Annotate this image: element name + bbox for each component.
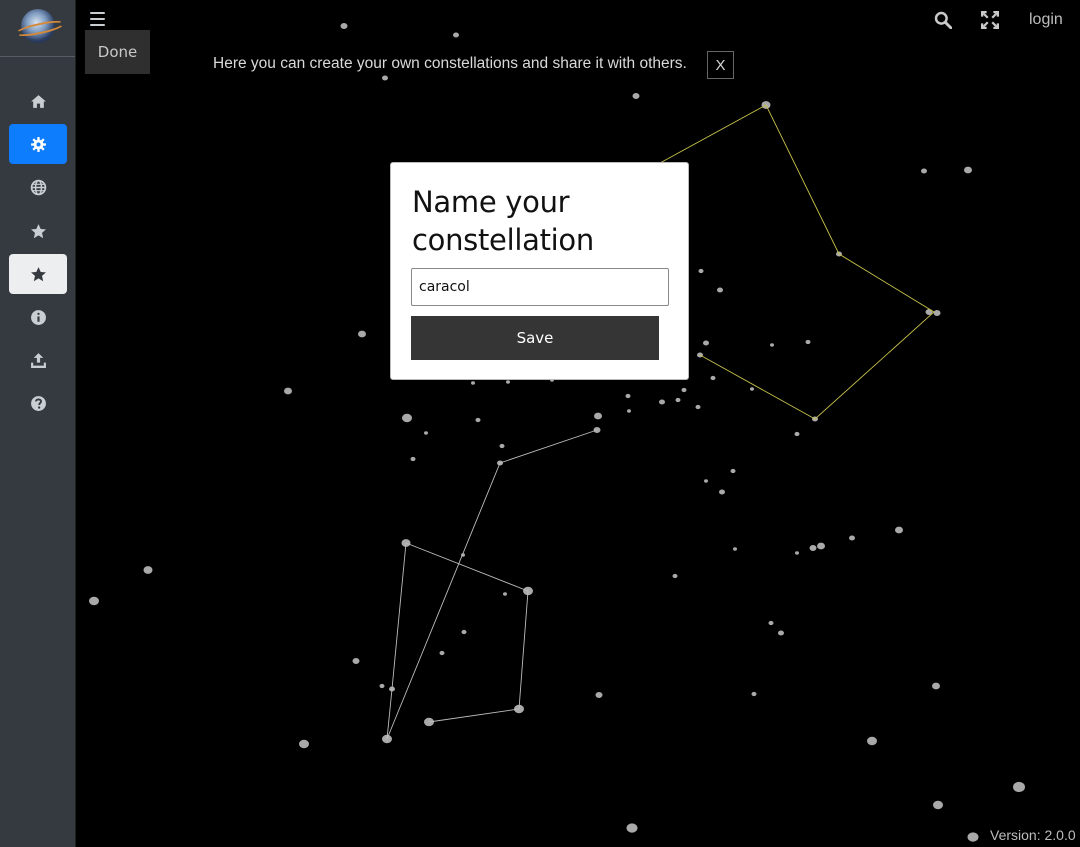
star-dot[interactable] (284, 387, 292, 395)
star-field[interactable] (0, 0, 1080, 847)
star-dot[interactable] (778, 630, 784, 636)
star-dot[interactable] (817, 542, 825, 550)
upload-icon (30, 352, 46, 368)
star-dot[interactable] (453, 32, 459, 38)
star-icon (30, 266, 46, 281)
fullscreen-icon[interactable] (981, 11, 999, 29)
star-dot[interactable] (809, 545, 817, 551)
star-dot[interactable] (461, 629, 467, 635)
star-dot[interactable] (358, 330, 366, 338)
star-dot[interactable] (768, 620, 774, 626)
login-link[interactable]: login (1029, 11, 1063, 29)
constellation-line (405, 542, 529, 723)
sidebar-item-star[interactable] (9, 211, 67, 251)
star-dot[interactable] (964, 166, 972, 174)
star-dot[interactable] (794, 431, 800, 437)
star-dot[interactable] (439, 650, 445, 656)
star-dot[interactable] (795, 551, 799, 555)
save-button[interactable]: Save (411, 316, 659, 360)
constellation-line (386, 542, 407, 740)
star-dot[interactable] (719, 489, 725, 495)
star-dot[interactable] (594, 412, 602, 420)
star-dot[interactable] (675, 397, 681, 403)
star-dot[interactable] (475, 417, 481, 423)
info-banner-text: Here you can create your own constellati… (213, 55, 687, 72)
star-dot[interactable] (424, 431, 428, 435)
info-banner-close-button[interactable]: X (707, 51, 734, 79)
star-dot[interactable] (710, 375, 716, 381)
star-dot[interactable] (595, 692, 603, 698)
star-dot[interactable] (340, 23, 348, 29)
version-label: Version: 2.0.0 (990, 827, 1076, 843)
question-icon (30, 395, 46, 411)
sidebar-item-upload[interactable] (9, 340, 67, 380)
star-dot[interactable] (849, 535, 855, 541)
star-dot[interactable] (750, 387, 754, 391)
star-dot[interactable] (1013, 781, 1025, 793)
globe-icon (30, 179, 46, 195)
star-dot[interactable] (695, 404, 701, 410)
star-dot[interactable] (499, 443, 505, 449)
star-dot[interactable] (382, 75, 388, 81)
menu-toggle-icon[interactable] (90, 12, 105, 26)
dialog-title: Name your constellation (412, 185, 594, 257)
star-dot[interactable] (704, 479, 708, 483)
star-dot[interactable] (626, 823, 638, 833)
constellation-line (386, 429, 598, 740)
search-icon[interactable] (934, 11, 952, 29)
star-dot[interactable] (659, 399, 665, 405)
star-dot[interactable] (471, 381, 475, 385)
star-dot[interactable] (703, 340, 709, 346)
star-dot[interactable] (895, 526, 903, 534)
star-dot[interactable] (632, 93, 640, 99)
name-constellation-dialog: Name your constellation Save (390, 162, 689, 380)
star-dot[interactable] (867, 736, 877, 746)
sidebar-item-help[interactable] (9, 383, 67, 423)
sidebar-item-my-constellations[interactable] (9, 254, 67, 294)
info-icon (30, 309, 46, 325)
star-dot[interactable] (89, 596, 99, 606)
star-dot[interactable] (402, 413, 412, 423)
sidebar-item-info[interactable] (9, 297, 67, 337)
star-dot[interactable] (751, 691, 757, 697)
sidebar-item-globe[interactable] (9, 167, 67, 207)
star-dot[interactable] (921, 168, 927, 174)
star-dot[interactable] (933, 800, 943, 810)
constellation-name-input[interactable] (411, 268, 669, 306)
sidebar (0, 0, 76, 847)
star-dot[interactable] (681, 387, 687, 393)
star-dot[interactable] (503, 592, 507, 596)
star-dot[interactable] (379, 683, 385, 689)
star-dot[interactable] (625, 393, 631, 399)
star-icon (30, 223, 46, 238)
star-dot[interactable] (698, 268, 704, 274)
star-dot[interactable] (730, 468, 736, 474)
star-dot[interactable] (299, 739, 309, 749)
star-dot[interactable] (933, 310, 941, 316)
star-dot[interactable] (143, 566, 153, 574)
sidebar-item-create[interactable] (9, 124, 67, 164)
star-dot[interactable] (717, 287, 723, 293)
sidebar-divider (0, 56, 75, 57)
star-dot[interactable] (627, 409, 631, 413)
constellation-line (659, 104, 935, 420)
star-dot[interactable] (506, 380, 510, 384)
sidebar-item-home[interactable] (9, 81, 67, 121)
star-dot[interactable] (733, 547, 737, 551)
star-dot[interactable] (805, 339, 811, 345)
home-icon (30, 94, 46, 108)
gear-icon (30, 136, 46, 152)
star-dot[interactable] (932, 682, 940, 690)
star-dot[interactable] (770, 343, 774, 347)
app-logo[interactable] (21, 9, 55, 43)
star-dot[interactable] (672, 573, 678, 579)
done-button[interactable]: Done (85, 30, 150, 74)
star-dot[interactable] (410, 456, 416, 462)
star-dot[interactable] (967, 832, 979, 842)
star-dot[interactable] (352, 658, 360, 664)
